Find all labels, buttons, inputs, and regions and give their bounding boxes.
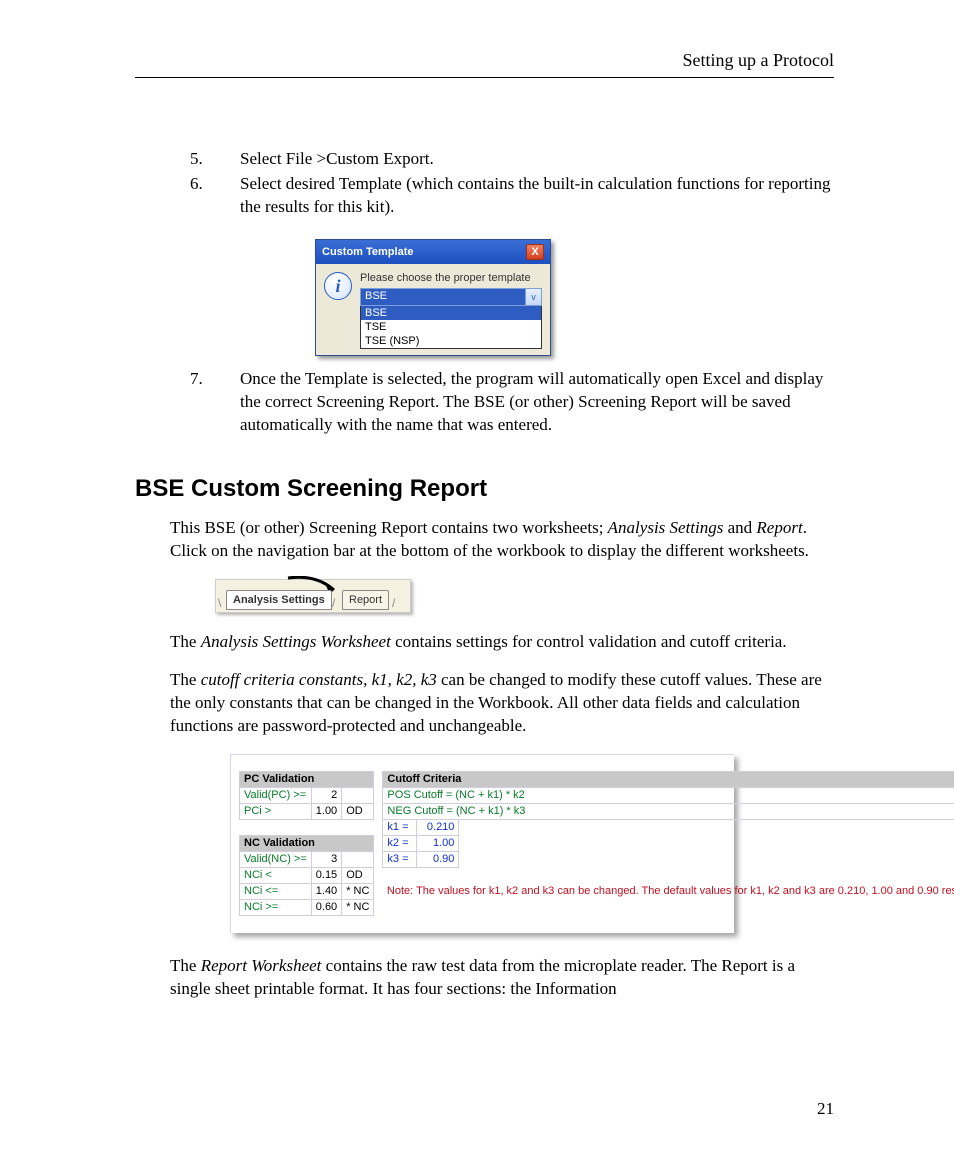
- section-heading: BSE Custom Screening Report: [135, 475, 834, 503]
- dialog-message: Please choose the proper template: [360, 272, 542, 284]
- cell: 1.00: [417, 835, 459, 851]
- cell: k1 =: [383, 819, 417, 835]
- tab-report[interactable]: Report: [342, 590, 389, 610]
- cell: * NC: [342, 899, 374, 915]
- cell: NCi >=: [240, 899, 312, 915]
- cell: 1.00: [311, 803, 341, 819]
- text: and: [723, 518, 756, 537]
- paragraph: This BSE (or other) Screening Report con…: [170, 517, 834, 563]
- custom-template-dialog: Custom Template X i Please choose the pr…: [315, 239, 551, 356]
- cell: 0.90: [417, 851, 459, 867]
- cutoff-criteria-header: Cutoff Criteria: [383, 771, 954, 787]
- dialog-title: Custom Template: [322, 246, 413, 258]
- cell: Valid(NC) >=: [240, 851, 312, 867]
- chevron-down-icon[interactable]: v: [525, 289, 541, 305]
- text-italic: Analysis Settings: [608, 518, 724, 537]
- cell: NCi <=: [240, 883, 312, 899]
- text-italic: Analysis Settings Worksheet: [201, 632, 391, 651]
- cell: NCi <: [240, 867, 312, 883]
- tabs-image: \ Analysis Settings / Report /: [215, 579, 411, 613]
- text: This BSE (or other) Screening Report con…: [170, 518, 608, 537]
- list-item: 7.Once the Template is selected, the pro…: [190, 368, 834, 437]
- text: The: [170, 632, 201, 651]
- step-text: Select desired Template (which contains …: [240, 173, 834, 219]
- step-number: 5.: [190, 148, 240, 171]
- text-italic: Report Worksheet: [201, 956, 322, 975]
- cell: k2 =: [383, 835, 417, 851]
- text-italic: Report: [756, 518, 802, 537]
- list-item: 6.Select desired Template (which contain…: [190, 173, 834, 219]
- cell: 2: [311, 787, 341, 803]
- cell: k3 =: [383, 851, 417, 867]
- combobox-option[interactable]: TSE: [361, 320, 541, 334]
- paragraph: The Analysis Settings Worksheet contains…: [170, 631, 834, 654]
- paragraph: The cutoff criteria constants, k1, k2, k…: [170, 669, 834, 738]
- cell: 0.210: [417, 819, 459, 835]
- step-text: Select File >Custom Export.: [240, 148, 834, 171]
- combobox-option[interactable]: TSE (NSP): [361, 334, 541, 348]
- cell: NEG Cutoff = (NC + k1) * k3: [383, 803, 954, 819]
- cell: OD: [342, 803, 374, 819]
- cell: * NC: [342, 883, 374, 899]
- cell: [342, 851, 374, 867]
- cell: 1.40: [311, 883, 341, 899]
- cell: POS Cutoff = (NC + k1) * k2: [383, 787, 954, 803]
- cell: PCi >: [240, 803, 312, 819]
- info-icon: i: [324, 272, 352, 300]
- cell: OD: [342, 867, 374, 883]
- text: The: [170, 670, 201, 689]
- spreadsheet-screenshot: PC Validation Cutoff Criteria Valid(PC) …: [230, 754, 834, 933]
- step-number: 7.: [190, 368, 240, 391]
- steps-list-a: 5.Select File >Custom Export. 6.Select d…: [190, 148, 834, 219]
- text: The: [170, 956, 201, 975]
- spreadsheet: PC Validation Cutoff Criteria Valid(PC) …: [230, 754, 734, 933]
- list-item: 5.Select File >Custom Export.: [190, 148, 834, 171]
- note-text: Note: The values for k1, k2 and k3 can b…: [383, 883, 954, 933]
- pc-validation-header: PC Validation: [240, 771, 374, 787]
- text: contains settings for control validation…: [391, 632, 787, 651]
- steps-list-b: 7.Once the Template is selected, the pro…: [190, 368, 834, 437]
- paragraph: The Report Worksheet contains the raw te…: [170, 955, 834, 1001]
- page-number: 21: [817, 1099, 834, 1119]
- template-combobox[interactable]: BSE v: [360, 288, 542, 306]
- nc-validation-header: NC Validation: [240, 835, 374, 851]
- text-italic: cutoff criteria constants, k1, k2, k3: [201, 670, 437, 689]
- close-icon[interactable]: X: [526, 244, 544, 260]
- combobox-dropdown: BSE TSE TSE (NSP): [360, 306, 542, 349]
- worksheet-tabs-screenshot: \ Analysis Settings / Report /: [215, 579, 834, 613]
- cell: [342, 787, 374, 803]
- tab-analysis-settings[interactable]: Analysis Settings: [226, 590, 332, 610]
- page: Setting up a Protocol 5.Select File >Cus…: [0, 0, 954, 1159]
- step-text: Once the Template is selected, the progr…: [240, 368, 834, 437]
- combobox-value: BSE: [365, 290, 387, 302]
- step-number: 6.: [190, 173, 240, 196]
- dialog-titlebar: Custom Template X: [316, 240, 550, 264]
- cell: 0.60: [311, 899, 341, 915]
- cell: Valid(PC) >=: [240, 787, 312, 803]
- cell: 3: [311, 851, 341, 867]
- running-header: Setting up a Protocol: [135, 50, 834, 78]
- cell: 0.15: [311, 867, 341, 883]
- combobox-option[interactable]: BSE: [361, 306, 541, 320]
- dialog-screenshot: Custom Template X i Please choose the pr…: [315, 239, 834, 356]
